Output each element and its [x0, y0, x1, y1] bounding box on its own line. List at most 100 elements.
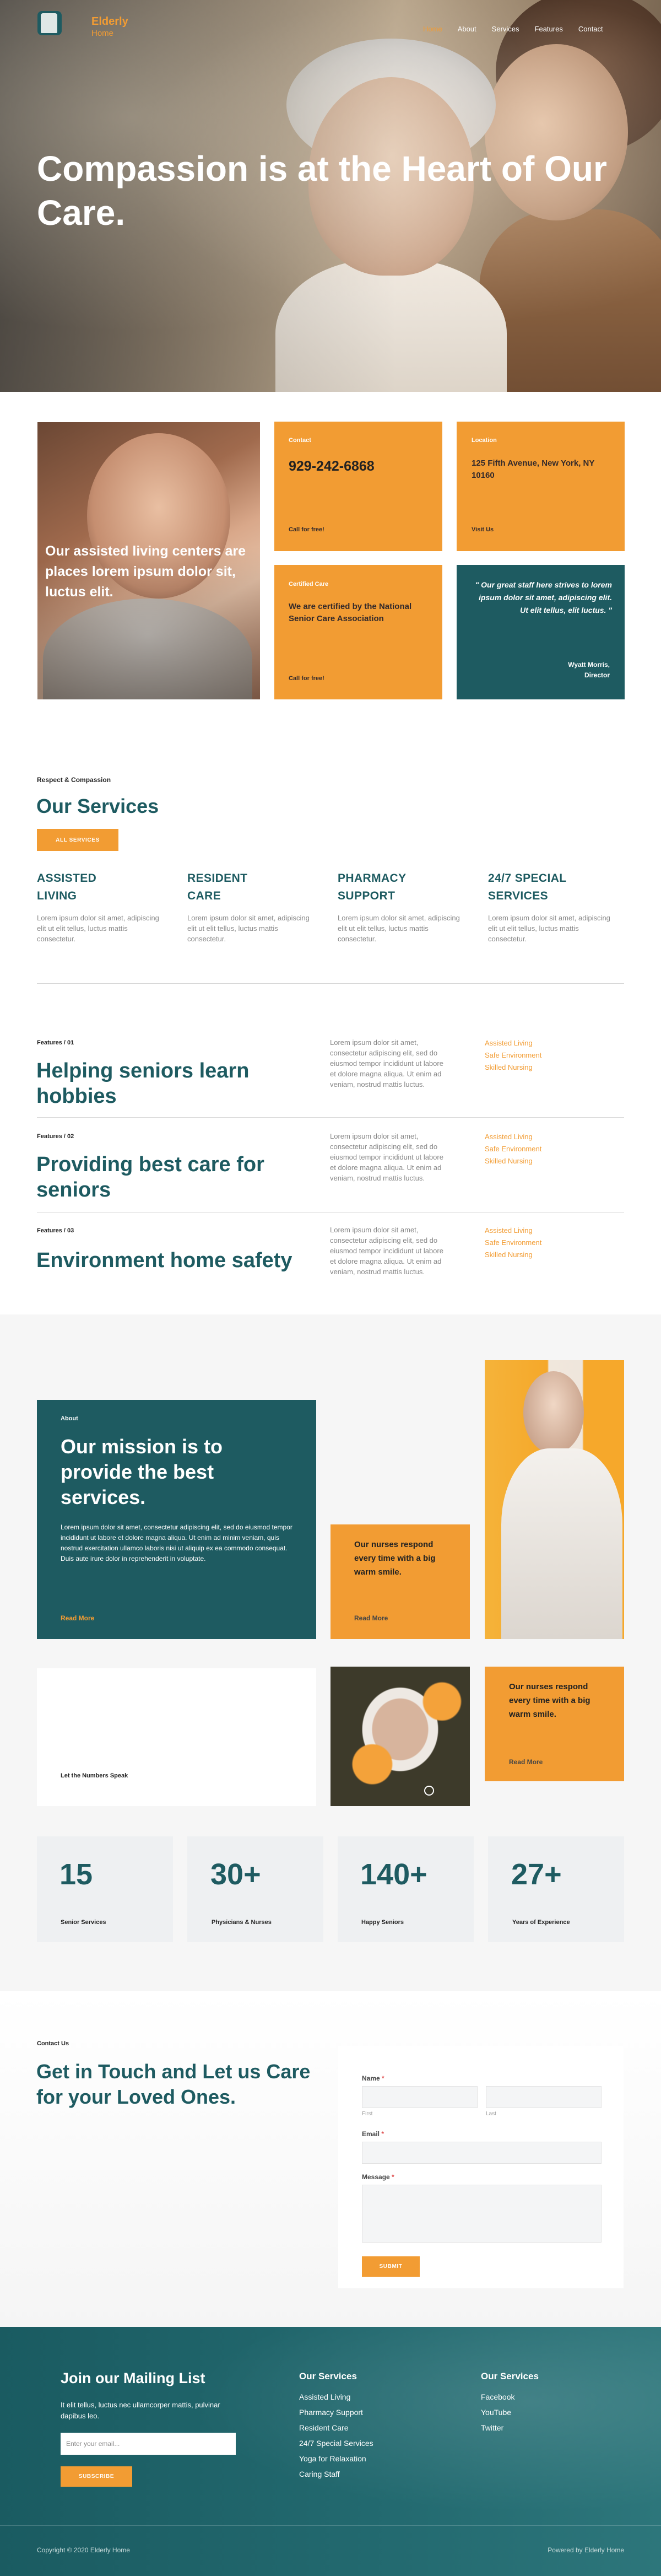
divider: [37, 1117, 624, 1118]
location-card-link[interactable]: Visit Us: [472, 526, 494, 533]
contact-card-label: Contact: [289, 437, 311, 444]
service-body: Lorem ipsum dolor sit amet, adipiscing e…: [488, 914, 610, 943]
footer-service-link[interactable]: Caring Staff: [299, 2466, 373, 2482]
all-services-button[interactable]: ALL SERVICES: [37, 829, 118, 851]
nurse-card-1-link[interactable]: Read More: [354, 1614, 388, 1622]
feature-link[interactable]: Assisted Living: [485, 1131, 541, 1143]
footer-service-link[interactable]: Resident Care: [299, 2420, 373, 2435]
service-title-line1: 24/7 SPECIAL: [488, 872, 567, 885]
footer-service-link[interactable]: 24/7 Special Services: [299, 2435, 373, 2451]
subscribe-button[interactable]: SUBSCRIBE: [61, 2466, 132, 2487]
certified-card-label: Certified Care: [289, 581, 329, 588]
feature-body: Lorem ipsum dolor sit amet, consectetur …: [330, 1226, 443, 1276]
photo-caption: Our assisted living centers are places l…: [45, 543, 246, 600]
elder-reading-photo: [485, 1360, 624, 1639]
elder-reading-face: [523, 1371, 584, 1454]
service-title-line1: PHARMACY: [338, 872, 407, 885]
message-textarea[interactable]: [362, 2185, 602, 2243]
mailing-email-input[interactable]: Enter your email...: [61, 2433, 236, 2455]
feature-title-line1: Helping seniors learn: [36, 1059, 250, 1082]
first-name-sublabel: First: [362, 2111, 373, 2117]
stat-value: 27+: [511, 1858, 562, 1891]
footer-service-link[interactable]: Assisted Living: [299, 2389, 373, 2405]
feature-link[interactable]: Safe Environment: [485, 1237, 541, 1249]
email-input[interactable]: [362, 2142, 602, 2164]
required-mark: *: [382, 2074, 384, 2082]
first-name-input[interactable]: [362, 2086, 478, 2108]
footer-service-link[interactable]: Pharmacy Support: [299, 2405, 373, 2420]
photo-search-icon: [424, 1786, 434, 1796]
footer-services-title: Our Services: [299, 2371, 357, 2381]
feature-link[interactable]: Safe Environment: [485, 1143, 541, 1155]
contact-phone[interactable]: 929-242-6868: [289, 459, 375, 475]
quote-text: " Our great staff here strives to lorem …: [475, 580, 612, 615]
feature-link[interactable]: Skilled Nursing: [485, 1249, 541, 1261]
feature-label: Features / 02: [37, 1133, 74, 1140]
last-name-input[interactable]: [486, 2086, 602, 2108]
stat-card: [37, 1836, 173, 1942]
stat-value: 15: [59, 1858, 93, 1891]
nurse-card-2-text: Our nurses respond every time with a big…: [509, 1682, 590, 1719]
main-nav: Home About Services Features Contact: [423, 25, 603, 33]
powered-by: Powered by Elderly Home: [548, 2546, 624, 2554]
nav-home[interactable]: Home: [423, 25, 442, 33]
service-title-line2: LIVING: [37, 890, 77, 902]
nav-about[interactable]: About: [458, 25, 476, 33]
message-label-text: Message: [362, 2173, 390, 2181]
contact-title: Get in Touch and Let us Care for your Lo…: [36, 2060, 311, 2108]
location-address: 125 Fifth Avenue, New York, NY 10160: [472, 459, 595, 480]
footer-service-link[interactable]: Yoga for Relaxation: [299, 2451, 373, 2466]
feature-label: Features / 03: [37, 1227, 74, 1234]
feature-link[interactable]: Assisted Living: [485, 1225, 541, 1237]
services-title: Our Services: [36, 795, 159, 817]
service-title-line2: CARE: [187, 890, 221, 902]
service-title-line1: ASSISTED: [37, 872, 97, 885]
required-mark: *: [381, 2130, 384, 2138]
nurse-card-2-link[interactable]: Read More: [509, 1758, 543, 1766]
contact-card-link[interactable]: Call for free!: [289, 526, 324, 533]
stat-value: 30+: [210, 1858, 261, 1891]
elder-reading-body: [501, 1448, 622, 1639]
stat-label: Years of Experience: [512, 1919, 570, 1926]
brand-name[interactable]: Elderly: [91, 15, 128, 28]
mission-body: Lorem ipsum dolor sit amet, consectetur …: [61, 1523, 292, 1562]
contact-eyebrow: Contact Us: [37, 2040, 69, 2047]
service-title-line1: RESIDENT: [187, 872, 248, 885]
certified-text: We are certified by the National Senior …: [289, 602, 412, 623]
nav-contact[interactable]: Contact: [578, 25, 603, 33]
service-title-line2: SUPPORT: [338, 890, 395, 902]
feature-link[interactable]: Skilled Nursing: [485, 1155, 541, 1167]
smiling-elder-photo: [330, 1667, 470, 1806]
submit-button[interactable]: SUBMIT: [362, 2256, 420, 2277]
service-body: Lorem ipsum dolor sit amet, adipiscing e…: [37, 914, 159, 943]
certified-card-link[interactable]: Call for free!: [289, 675, 324, 682]
youtube-link[interactable]: YouTube: [481, 2405, 514, 2420]
facebook-link[interactable]: Facebook: [481, 2389, 514, 2405]
email-field-label: Email *: [362, 2130, 384, 2138]
service-title-line2: SERVICES: [488, 890, 549, 902]
last-name-sublabel: Last: [486, 2111, 496, 2117]
stat-value: 140+: [360, 1858, 427, 1891]
feature-link[interactable]: Safe Environment: [485, 1049, 541, 1061]
mission-read-more[interactable]: Read More: [61, 1614, 94, 1622]
services-eyebrow: Respect & Compassion: [37, 776, 111, 784]
nurse-card-1-text: Our nurses respond every time with a big…: [354, 1540, 436, 1577]
stat-label: Senior Services: [61, 1919, 106, 1926]
feature-link[interactable]: Skilled Nursing: [485, 1061, 541, 1074]
brand-subname[interactable]: Home: [91, 29, 113, 38]
contact-form: [338, 2046, 624, 2288]
feature-links: Assisted Living Safe Environment Skilled…: [485, 1225, 541, 1261]
nav-services[interactable]: Services: [492, 25, 519, 33]
twitter-link[interactable]: Twitter: [481, 2420, 514, 2435]
divider: [37, 983, 624, 984]
name-label-text: Name: [362, 2074, 380, 2082]
feature-links: Assisted Living Safe Environment Skilled…: [485, 1131, 541, 1167]
email-label-text: Email: [362, 2130, 380, 2138]
service-special-services: 24/7 SPECIAL SERVICES Lorem ipsum dolor …: [488, 870, 615, 944]
mailing-text: It elit tellus, luctus nec ullamcorper m…: [61, 2401, 220, 2420]
nav-features[interactable]: Features: [535, 25, 563, 33]
feature-label: Features / 01: [37, 1039, 74, 1046]
quote-role: Director: [584, 671, 610, 679]
feature-body: Lorem ipsum dolor sit amet, consectetur …: [330, 1038, 443, 1088]
feature-link[interactable]: Assisted Living: [485, 1037, 541, 1049]
